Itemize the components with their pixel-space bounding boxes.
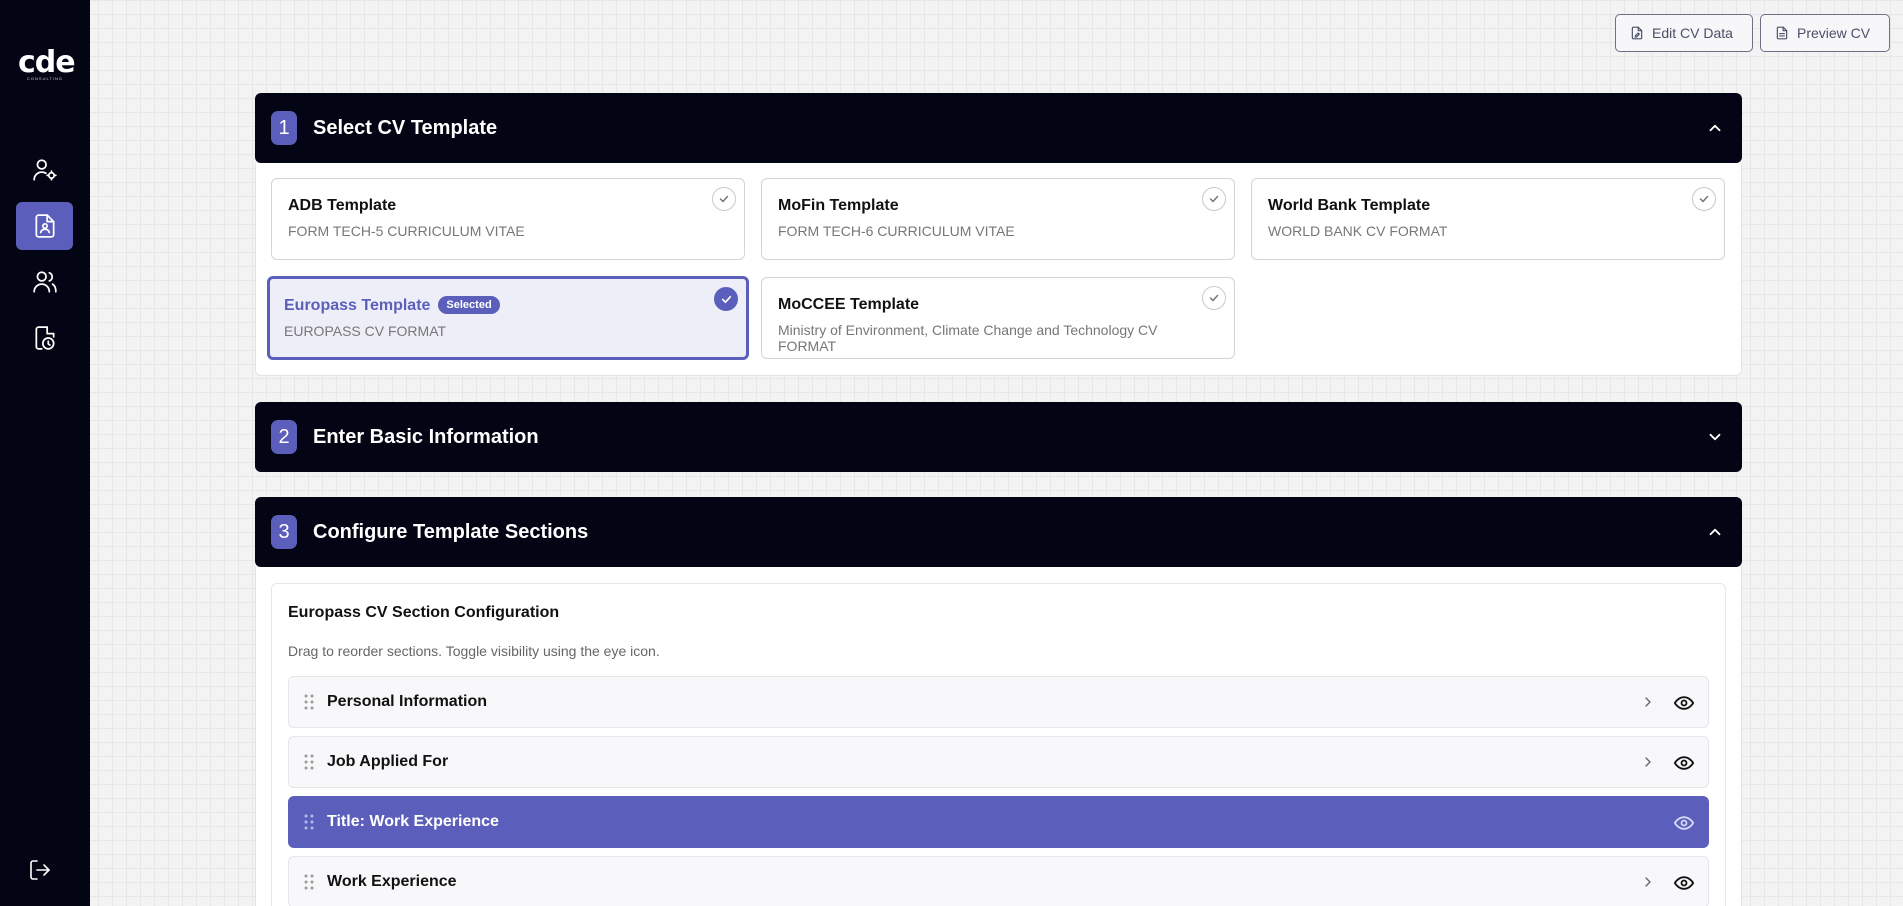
- template-subtitle: EUROPASS CV FORMAT: [284, 323, 447, 339]
- drag-handle-icon[interactable]: [303, 873, 315, 891]
- template-title-text: Europass Template: [284, 297, 431, 314]
- step1-title: Select CV Template: [313, 116, 498, 139]
- template-title: ADB Template: [288, 197, 397, 214]
- preview-cv-label: Preview CV: [1797, 25, 1871, 41]
- sidebar-item-user-settings[interactable]: [16, 146, 73, 194]
- section-row-active[interactable]: Title: Work Experience: [288, 796, 1709, 848]
- selected-badge: Selected: [438, 296, 500, 314]
- chevron-right-icon[interactable]: [1640, 874, 1656, 890]
- eye-icon[interactable]: [1674, 873, 1694, 893]
- template-card-world-bank[interactable]: World Bank Template WORLD BANK CV FORMAT: [1251, 178, 1725, 260]
- section-label: Personal Information: [327, 693, 488, 710]
- user-gear-icon: [32, 159, 57, 181]
- users-icon: [32, 271, 57, 293]
- template-title: World Bank Template: [1268, 197, 1431, 214]
- template-subtitle: Ministry of Environment, Climate Change …: [778, 322, 1158, 354]
- document-clock-icon: [34, 326, 55, 350]
- step1-number: 1: [271, 111, 297, 145]
- check-circle-icon: [714, 287, 738, 311]
- logout-icon[interactable]: [28, 858, 52, 882]
- check-icon: [1202, 286, 1226, 310]
- check-icon: [1202, 187, 1226, 211]
- step3-header[interactable]: 3 Configure Template Sections: [255, 497, 1742, 567]
- config-title: Europass CV Section Configuration: [288, 604, 560, 621]
- step2-header[interactable]: 2 Enter Basic Information: [255, 402, 1742, 472]
- template-title: MoCCEE Template: [778, 296, 920, 313]
- edit-document-icon: [1631, 26, 1643, 40]
- config-description: Drag to reorder sections. Toggle visibil…: [288, 643, 660, 659]
- check-icon: [1692, 187, 1716, 211]
- edit-cv-data-button[interactable]: Edit CV Data: [1615, 14, 1753, 52]
- chevron-right-icon[interactable]: [1640, 694, 1656, 710]
- template-subtitle: WORLD BANK CV FORMAT: [1268, 223, 1448, 239]
- template-card-moccee[interactable]: MoCCEE Template Ministry of Environment,…: [761, 277, 1235, 359]
- logo-word: cde: [18, 45, 76, 80]
- step2-number: 2: [271, 420, 297, 454]
- step1-header[interactable]: 1 Select CV Template: [255, 93, 1742, 163]
- eye-icon[interactable]: [1674, 693, 1694, 713]
- template-title: MoFin Template: [778, 197, 899, 214]
- sidebar-item-team[interactable]: [16, 258, 73, 306]
- eye-icon[interactable]: [1674, 813, 1694, 833]
- sidebar: cde CONSULTING: [0, 0, 90, 906]
- sidebar-item-cv-builder[interactable]: [16, 202, 73, 250]
- template-card-mofin[interactable]: MoFin Template FORM TECH-6 CURRICULUM VI…: [761, 178, 1235, 260]
- section-label: Title: Work Experience: [327, 813, 499, 830]
- template-subtitle: FORM TECH-5 CURRICULUM VITAE: [288, 223, 525, 239]
- logo: cde CONSULTING: [18, 45, 76, 84]
- section-row[interactable]: Work Experience: [288, 856, 1709, 906]
- section-row[interactable]: Personal Information: [288, 676, 1709, 728]
- template-card-europass[interactable]: Europass Template Selected EUROPASS CV FO…: [267, 276, 749, 360]
- drag-handle-icon[interactable]: [303, 693, 315, 711]
- chevron-up-icon[interactable]: [1706, 119, 1724, 137]
- section-label: Work Experience: [327, 873, 457, 890]
- chevron-down-icon[interactable]: [1706, 428, 1724, 446]
- template-card-adb[interactable]: ADB Template FORM TECH-5 CURRICULUM VITA…: [271, 178, 745, 260]
- template-title: Europass Template Selected: [284, 296, 732, 315]
- id-document-icon: [34, 214, 55, 238]
- section-row[interactable]: Job Applied For: [288, 736, 1709, 788]
- eye-icon[interactable]: [1674, 753, 1694, 773]
- preview-cv-button[interactable]: Preview CV: [1760, 14, 1890, 52]
- template-subtitle: FORM TECH-6 CURRICULUM VITAE: [778, 223, 1015, 239]
- edit-cv-data-label: Edit CV Data: [1652, 25, 1733, 41]
- chevron-right-icon[interactable]: [1640, 754, 1656, 770]
- drag-handle-icon[interactable]: [303, 753, 315, 771]
- drag-handle-icon[interactable]: [303, 813, 315, 831]
- section-label: Job Applied For: [327, 753, 449, 770]
- step3-number: 3: [271, 515, 297, 549]
- step3-title: Configure Template Sections: [313, 520, 589, 543]
- sidebar-item-history[interactable]: [16, 314, 73, 362]
- check-icon: [712, 187, 736, 211]
- chevron-up-icon[interactable]: [1706, 523, 1724, 541]
- document-icon: [1776, 26, 1788, 40]
- step2-title: Enter Basic Information: [313, 425, 539, 448]
- section-config-box: Europass CV Section Configuration Drag t…: [271, 583, 1726, 906]
